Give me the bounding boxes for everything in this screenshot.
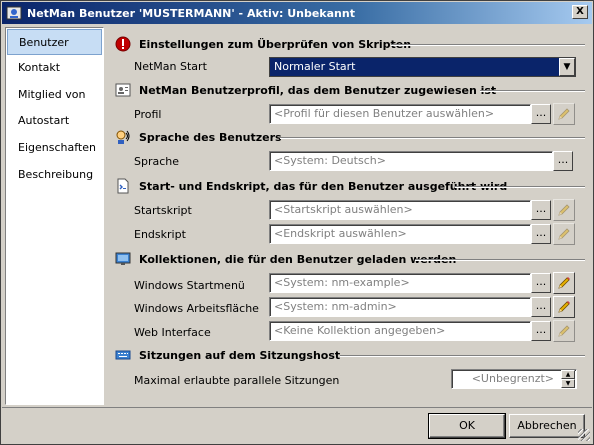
language-speaker-icon [116, 130, 130, 144]
startmenu-label: Windows Startmenü [134, 279, 245, 292]
script-document-icon [117, 178, 129, 194]
max-sessions-spinner[interactable]: <Unbegrenzt> [451, 369, 577, 389]
cancel-button[interactable]: Abbrechen [509, 414, 585, 438]
section-divider [340, 355, 585, 357]
desktop-edit-button[interactable] [553, 296, 575, 318]
button-bar: OK Abbrechen [2, 407, 592, 443]
startmenu-browse-button[interactable]: ... [531, 273, 551, 293]
pencil-icon [558, 325, 570, 337]
pencil-icon [558, 277, 570, 289]
section-header-collections: Kollektionen, die für den Benutzer gelad… [115, 251, 585, 267]
sidebar-item-beschreibung[interactable]: Beschreibung [7, 162, 102, 188]
section-divider [480, 90, 585, 92]
max-sessions-value: <Unbegrenzt> [471, 372, 554, 385]
profile-browse-button[interactable]: ... [531, 104, 551, 124]
sidebar-item-eigenschaften[interactable]: Eigenschaften [7, 135, 102, 161]
spin-down-button[interactable]: ▼ [561, 379, 575, 388]
section-header-scripts: Einstellungen zum Überprüfen von Skripte… [115, 36, 585, 52]
title-bar: NetMan Benutzer 'MUSTERMANN' - Aktiv: Un… [2, 2, 592, 24]
netman-start-label: NetMan Start [134, 60, 207, 73]
user-profile-icon [115, 83, 131, 97]
section-title-sessions: Sitzungen auf dem Sitzungshost [139, 348, 341, 362]
startmenu-edit-button[interactable] [553, 272, 575, 294]
section-title-language: Sprache des Benutzers [139, 130, 282, 144]
start-script-edit-button[interactable] [553, 199, 575, 221]
pencil-icon [558, 108, 570, 120]
desktop-label: Windows Arbeitsfläche [134, 302, 259, 315]
content-panel: Einstellungen zum Überprüfen von Skripte… [107, 27, 591, 405]
section-title-profile: NetMan Benutzerprofil, das dem Benutzer … [139, 83, 497, 97]
section-divider [391, 44, 585, 46]
spin-up-button[interactable]: ▲ [561, 370, 575, 379]
start-script-label: Startskript [134, 204, 192, 217]
close-button[interactable]: X [572, 5, 588, 19]
profile-edit-button[interactable] [553, 103, 575, 125]
web-interface-edit-button[interactable] [553, 320, 575, 342]
netman-start-value: Normaler Start [274, 60, 356, 73]
pencil-icon [558, 228, 570, 240]
start-script-field[interactable]: <Startskript auswählen> [269, 200, 531, 220]
section-divider [415, 259, 585, 261]
max-sessions-label: Maximal erlaubte parallele Sitzungen [134, 374, 340, 387]
chevron-down-icon[interactable]: ▼ [559, 58, 575, 76]
pencil-icon [558, 301, 570, 313]
window-title: NetMan Benutzer 'MUSTERMANN' - Aktiv: Un… [27, 6, 355, 20]
section-title-collections: Kollektionen, die für den Benutzer gelad… [139, 252, 457, 266]
sidebar-item-autostart[interactable]: Autostart [7, 108, 102, 134]
web-interface-label: Web Interface [134, 326, 211, 339]
web-interface-browse-button[interactable]: ... [531, 321, 551, 341]
profile-field[interactable]: <Profil für diesen Benutzer auswählen> [269, 104, 531, 124]
startmenu-field[interactable]: <System: nm-example> [269, 273, 531, 293]
section-header-language: Sprache des Benutzers [115, 129, 585, 145]
end-script-field[interactable]: <Endskript auswählen> [269, 224, 531, 244]
netman-app-icon [6, 6, 22, 20]
sidebar-item-benutzer[interactable]: Benutzer [7, 29, 102, 55]
end-script-browse-button[interactable]: ... [531, 224, 551, 244]
section-divider [455, 186, 585, 188]
section-divider [280, 137, 585, 139]
section-header-profile: NetMan Benutzerprofil, das dem Benutzer … [115, 82, 585, 98]
web-interface-field[interactable]: <Keine Kollektion angegeben> [269, 321, 531, 341]
sidebar-item-kontakt[interactable]: Kontakt [7, 55, 102, 81]
section-title-startend: Start- und Endskript, das für den Benutz… [139, 179, 508, 193]
sidebar-nav: Benutzer Kontakt Mitglied von Autostart … [5, 27, 104, 405]
dialog-window: NetMan Benutzer 'MUSTERMANN' - Aktiv: Un… [0, 0, 594, 445]
section-header-startend: Start- und Endskript, das für den Benutz… [115, 178, 585, 194]
language-browse-button[interactable]: ... [553, 151, 573, 171]
desktop-browse-button[interactable]: ... [531, 297, 551, 317]
end-script-label: Endskript [134, 228, 186, 241]
netman-start-select[interactable]: Normaler Start ▼ [269, 57, 576, 77]
desktop-monitor-icon [115, 252, 131, 265]
profile-label: Profil [134, 108, 162, 121]
section-header-sessions: Sitzungen auf dem Sitzungshost [115, 347, 585, 363]
pencil-icon [558, 204, 570, 216]
sidebar-item-mitglied-von[interactable]: Mitglied von [7, 82, 102, 108]
resize-grip[interactable] [578, 429, 590, 441]
keyboard-icon [115, 350, 131, 360]
start-script-browse-button[interactable]: ... [531, 200, 551, 220]
ok-button[interactable]: OK [428, 413, 506, 439]
language-label: Sprache [134, 155, 180, 168]
desktop-field[interactable]: <System: nm-admin> [269, 297, 531, 317]
language-field[interactable]: <System: Deutsch> [269, 151, 553, 171]
section-title-scripts: Einstellungen zum Überprüfen von Skripte… [139, 37, 412, 51]
end-script-edit-button[interactable] [553, 223, 575, 245]
warning-shield-icon [115, 36, 131, 52]
